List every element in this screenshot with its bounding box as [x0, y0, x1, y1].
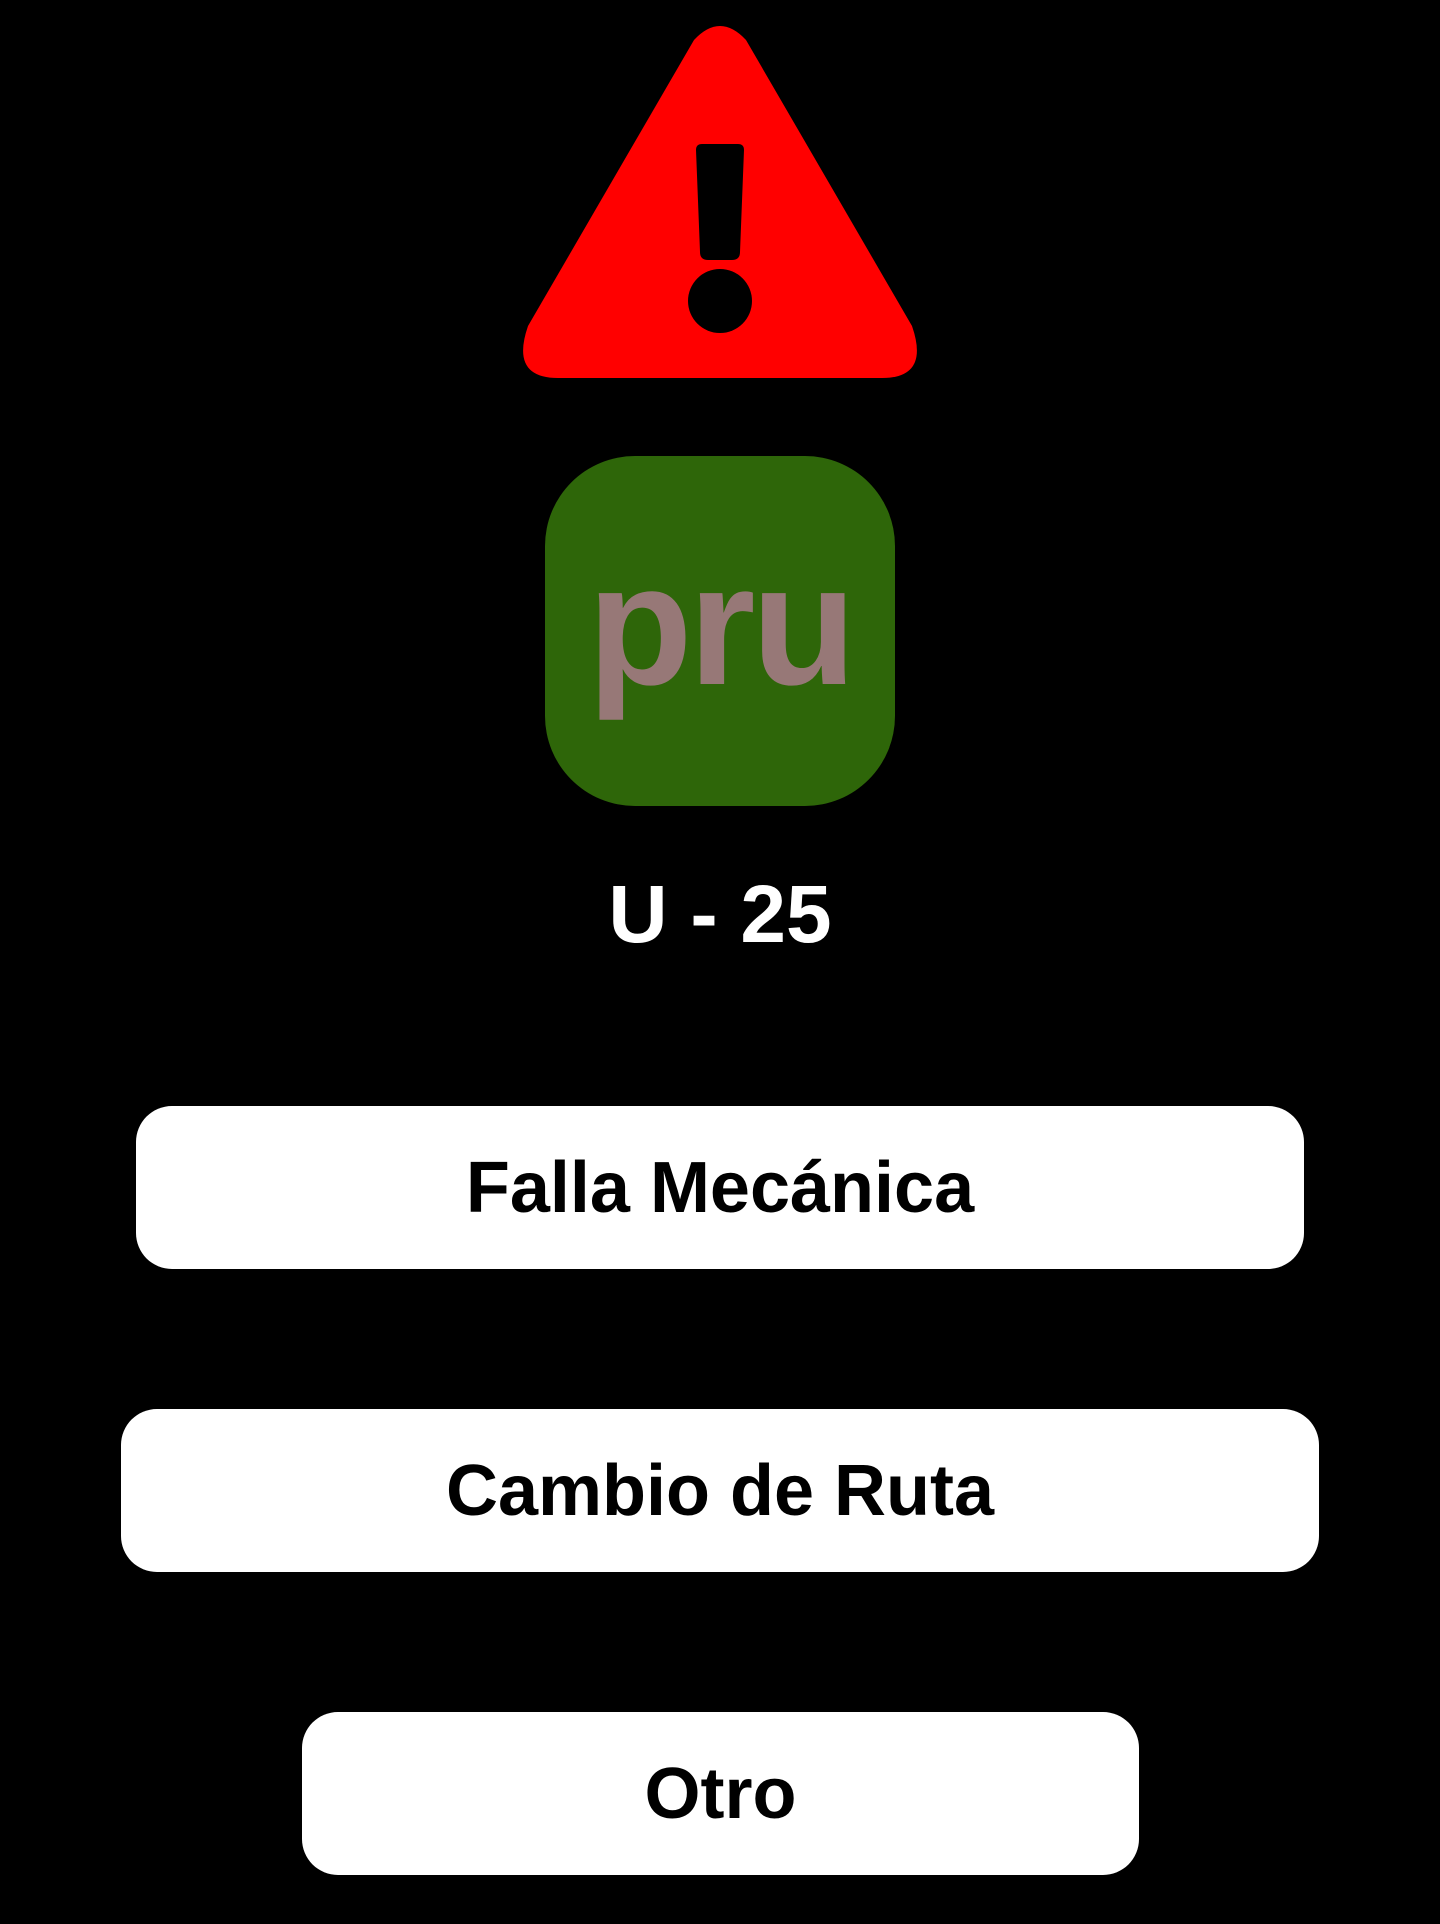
route-change-button[interactable]: Cambio de Ruta [121, 1409, 1319, 1572]
unit-label: U - 25 [608, 869, 832, 960]
route-badge-label: pru [587, 529, 856, 721]
warning-triangle-icon [522, 26, 918, 378]
other-button[interactable]: Otro [302, 1712, 1139, 1875]
route-badge: pru [545, 456, 895, 806]
mechanical-failure-button[interactable]: Falla Mecánica [136, 1106, 1304, 1269]
